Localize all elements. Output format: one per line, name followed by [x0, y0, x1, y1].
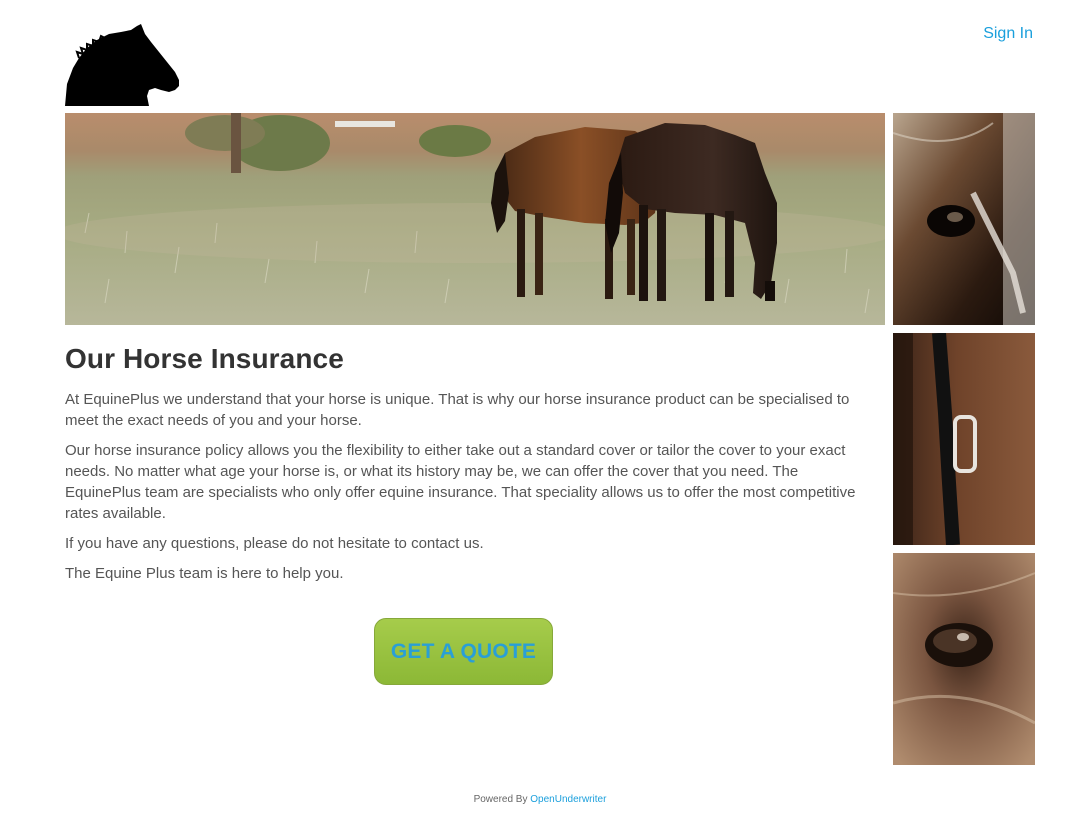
intro-paragraph: At EquinePlus we understand that your ho… — [65, 391, 850, 429]
thumb-image-horse-eye — [893, 113, 1035, 325]
get-a-quote-button[interactable]: GET A QUOTE — [374, 618, 553, 685]
footer: Powered By OpenUnderwriter — [0, 794, 1080, 805]
team-paragraph: The Equine Plus team is here to help you… — [65, 565, 344, 582]
openunderwriter-link[interactable]: OpenUnderwriter — [530, 794, 606, 805]
horse-head-icon[interactable] — [65, 24, 181, 106]
page: Sign In Our Horse Insurance At EquinePlu… — [0, 0, 1080, 832]
contact-paragraph: If you have any questions, please do not… — [65, 535, 484, 552]
main-content: Our Horse Insurance At EquinePlus we und… — [65, 343, 865, 593]
powered-by-text: Powered By — [473, 794, 531, 805]
thumb-image-horse-eye-macro — [893, 553, 1035, 765]
policy-paragraph: Our horse insurance policy allows you th… — [65, 442, 856, 522]
thumb-image-horse-bridle — [893, 333, 1035, 545]
hero-image-horses-grazing — [65, 113, 885, 325]
page-title: Our Horse Insurance — [65, 343, 344, 374]
sign-in-link[interactable]: Sign In — [983, 25, 1033, 43]
